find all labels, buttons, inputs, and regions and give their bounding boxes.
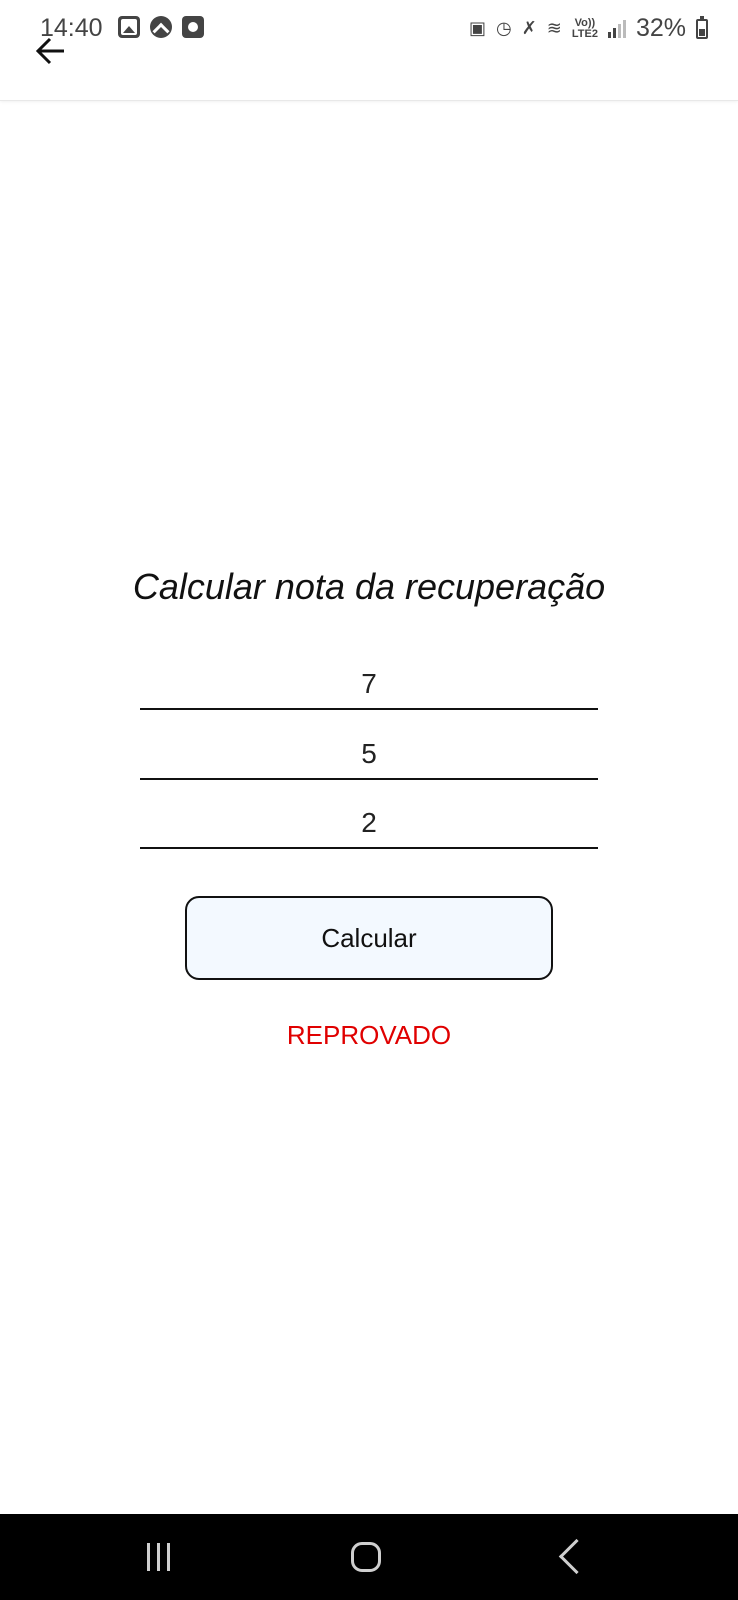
gallery-icon — [118, 16, 140, 38]
lock-icon: ▣ — [468, 18, 486, 38]
wifi-icon: ≋ — [546, 18, 562, 38]
battery-percent: 32% — [635, 14, 686, 42]
grade-input-1[interactable] — [140, 660, 598, 710]
app-caret-icon — [150, 16, 172, 40]
network-indicator: Vo)) LTE2 — [571, 16, 598, 40]
result-text: REPROVADO — [286, 1020, 452, 1050]
mute-icon: ✗ — [521, 18, 537, 38]
calculate-button[interactable]: Calcular — [185, 896, 553, 980]
system-nav-bar — [0, 1514, 738, 1600]
status-icons-left — [118, 16, 204, 40]
grade-input-3[interactable] — [140, 799, 598, 849]
record-icon — [182, 16, 204, 38]
back-arrow-icon[interactable] — [34, 34, 68, 68]
grade-input-2[interactable] — [140, 730, 598, 780]
alarm-icon: ◷ — [495, 18, 512, 38]
app-header: 14:40 ▣ ◷ ✗ ≋ Vo)) LTE2 32% — [0, 0, 738, 101]
volte-label: Vo)) — [574, 16, 596, 29]
signal-icon — [607, 19, 626, 38]
home-icon[interactable] — [351, 1542, 381, 1572]
network-label: LTE2 — [571, 27, 598, 40]
page-title: Calcular nota da recuperação — [132, 566, 606, 607]
back-icon[interactable] — [558, 1538, 595, 1575]
status-icons-right: ▣ ◷ ✗ ≋ Vo)) LTE2 32% — [469, 14, 708, 43]
battery-icon — [696, 15, 708, 39]
recents-icon[interactable] — [147, 1543, 170, 1571]
